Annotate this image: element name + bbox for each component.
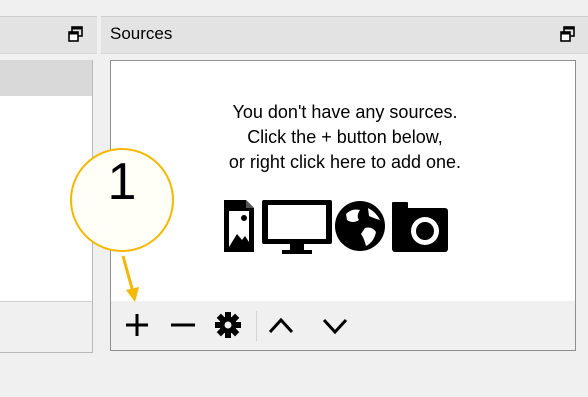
scenes-list-selected-row[interactable] bbox=[0, 60, 92, 96]
sources-dock-title: Sources bbox=[110, 24, 173, 43]
add-icon[interactable] bbox=[122, 311, 152, 339]
move-up-icon[interactable] bbox=[266, 311, 296, 339]
remove-icon[interactable] bbox=[168, 311, 198, 339]
float-window-icon[interactable] bbox=[68, 26, 84, 42]
camera-icon bbox=[392, 202, 448, 252]
toolbar-separator bbox=[256, 311, 257, 341]
globe-icon bbox=[335, 201, 385, 251]
callout-arrow-icon bbox=[121, 255, 139, 302]
move-down-icon[interactable] bbox=[320, 311, 350, 339]
float-window-icon[interactable] bbox=[560, 26, 576, 42]
image-icon bbox=[224, 200, 254, 252]
scenes-toolbar bbox=[0, 301, 92, 352]
display-monitor-icon bbox=[262, 200, 332, 254]
sources-empty-message: You don't have any sources. Click the + … bbox=[180, 100, 510, 175]
source-type-icons bbox=[224, 200, 448, 254]
empty-message-line: You don't have any sources. bbox=[232, 102, 458, 122]
gear-icon[interactable] bbox=[214, 311, 242, 339]
empty-message-line: Click the + button below, bbox=[247, 127, 443, 147]
callout-number: 1 bbox=[107, 153, 137, 211]
empty-message-line: or right click here to add one. bbox=[228, 152, 462, 172]
sources-dock-header bbox=[101, 16, 588, 54]
